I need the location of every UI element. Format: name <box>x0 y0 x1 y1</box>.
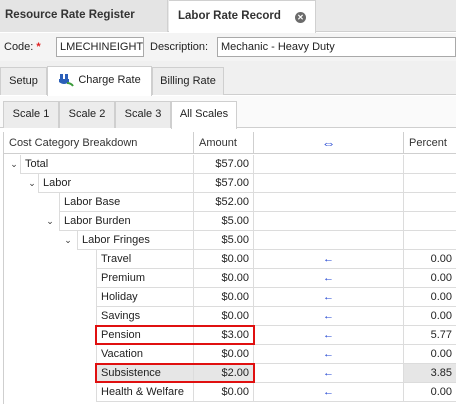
category-cell: Holiday <box>96 288 194 307</box>
required-marker: * <box>36 41 41 53</box>
table-row[interactable]: ⌄ Labor $57.00 <box>4 174 456 193</box>
amount-cell[interactable]: $0.00 <box>194 288 254 307</box>
arrow-left-icon[interactable] <box>254 231 404 250</box>
percent-cell[interactable]: 0.00 <box>404 307 456 326</box>
table-row[interactable]: Labor Base $52.00 <box>4 193 456 212</box>
code-field[interactable]: LMECHINEIGHT <box>56 37 144 57</box>
category-cell: Labor Base <box>59 193 194 212</box>
code-label-text: Code: <box>4 41 34 53</box>
percent-cell[interactable]: 0.00 <box>404 288 456 307</box>
table-row[interactable]: Vacation $0.00 ← 0.00 <box>4 345 456 364</box>
category-cell: Total <box>20 155 194 174</box>
tab-resource-rate-register[interactable]: Resource Rate Register <box>0 0 168 32</box>
table-row[interactable]: Health & Welfare $0.00 ← 0.00 <box>4 383 456 402</box>
arrow-left-icon[interactable]: ← <box>254 250 404 269</box>
table-row[interactable]: Premium $0.00 ← 0.00 <box>4 269 456 288</box>
arrow-left-icon[interactable]: ← <box>254 345 404 364</box>
collapse-chevron-icon[interactable]: ⌄ <box>62 231 74 250</box>
cost-breakdown-grid: Cost Category Breakdown Amount ⇔ Percent… <box>3 132 456 404</box>
highlight-box <box>95 363 255 383</box>
amount-cell[interactable]: $0.00 <box>194 383 254 402</box>
arrow-left-icon[interactable]: ← <box>254 269 404 288</box>
arrow-left-icon[interactable]: ← <box>254 364 404 383</box>
tab-scale-3[interactable]: Scale 3 <box>115 101 171 128</box>
table-row[interactable]: Savings $0.00 ← 0.00 <box>4 307 456 326</box>
percent-cell[interactable] <box>404 212 456 231</box>
percent-cell[interactable]: 0.00 <box>404 345 456 364</box>
percent-cell[interactable]: 3.85 <box>404 364 456 383</box>
table-row[interactable]: Holiday $0.00 ← 0.00 <box>4 288 456 307</box>
arrow-left-icon[interactable] <box>254 212 404 231</box>
category-cell: Travel <box>96 250 194 269</box>
table-row[interactable]: Pension $3.00 ← 5.77 <box>4 325 456 345</box>
description-label: Description: <box>150 41 209 53</box>
document-tab-bar: Resource Rate Register Labor Rate Record… <box>0 0 456 33</box>
category-cell: Labor <box>38 174 194 193</box>
category-cell: Vacation <box>96 345 194 364</box>
table-row[interactable]: Subsistence $2.00 ← 3.85 <box>4 363 456 383</box>
category-cell: Labor Fringes <box>77 231 194 250</box>
close-icon[interactable]: ✕ <box>295 12 306 23</box>
tab-all-scales[interactable]: All Scales <box>171 101 237 129</box>
collapse-chevron-icon[interactable]: ⌄ <box>44 212 56 231</box>
column-header-percent[interactable]: Percent <box>404 132 456 154</box>
arrow-left-icon[interactable]: ← <box>254 326 404 345</box>
column-header-category[interactable]: Cost Category Breakdown <box>4 132 194 154</box>
amount-cell[interactable]: $57.00 <box>194 155 254 174</box>
percent-cell[interactable]: 0.00 <box>404 269 456 288</box>
amount-cell[interactable]: $5.00 <box>194 231 254 250</box>
percent-cell[interactable] <box>404 174 456 193</box>
percent-cell[interactable]: 0.00 <box>404 250 456 269</box>
arrow-left-icon[interactable] <box>254 174 404 193</box>
category-cell: Savings <box>96 307 194 326</box>
percent-cell[interactable] <box>404 231 456 250</box>
table-row[interactable]: ⌄ Labor Fringes $5.00 <box>4 231 456 250</box>
amount-cell[interactable]: $57.00 <box>194 174 254 193</box>
record-section-tabs: Setup Charge Rate Billing Rate <box>0 61 456 96</box>
highlight-box <box>95 325 255 345</box>
arrow-left-icon[interactable] <box>254 155 404 174</box>
tab-billing-rate[interactable]: Billing Rate <box>152 67 224 95</box>
plug-icon <box>59 74 75 87</box>
percent-cell[interactable] <box>404 155 456 174</box>
tab-scale-2[interactable]: Scale 2 <box>59 101 115 128</box>
record-header: Code: * LMECHINEIGHT Description: Mechan… <box>0 33 456 61</box>
arrow-left-icon[interactable] <box>254 193 404 212</box>
tab-labor-rate-record-label: Labor Rate Record <box>178 10 281 22</box>
table-row[interactable]: ⌄ Labor Burden $5.00 <box>4 212 456 231</box>
arrow-left-icon[interactable]: ← <box>254 288 404 307</box>
category-cell: Premium <box>96 269 194 288</box>
amount-cell[interactable]: $0.00 <box>194 345 254 364</box>
percent-cell[interactable] <box>404 193 456 212</box>
collapse-chevron-icon[interactable]: ⌄ <box>8 155 20 174</box>
collapse-chevron-icon[interactable]: ⌄ <box>26 174 38 193</box>
tab-labor-rate-record[interactable]: Labor Rate Record ✕ <box>169 0 316 33</box>
tab-scale-1[interactable]: Scale 1 <box>3 101 59 128</box>
grid-header: Cost Category Breakdown Amount ⇔ Percent <box>4 132 456 154</box>
amount-cell[interactable]: $52.00 <box>194 193 254 212</box>
amount-cell[interactable]: $0.00 <box>194 307 254 326</box>
column-header-arrows[interactable]: ⇔ <box>254 132 404 154</box>
amount-cell[interactable]: $5.00 <box>194 212 254 231</box>
arrow-left-icon[interactable]: ← <box>254 307 404 326</box>
category-cell: Labor Burden <box>59 212 194 231</box>
arrow-left-icon[interactable]: ← <box>254 383 404 402</box>
tab-charge-rate[interactable]: Charge Rate <box>47 66 152 96</box>
column-header-amount[interactable]: Amount <box>194 132 254 154</box>
category-cell: Health & Welfare <box>96 383 194 402</box>
code-label: Code: * <box>4 41 41 53</box>
tab-setup[interactable]: Setup <box>0 67 47 95</box>
percent-cell[interactable]: 0.00 <box>404 383 456 402</box>
amount-cell[interactable]: $0.00 <box>194 269 254 288</box>
tab-charge-rate-label: Charge Rate <box>78 74 141 86</box>
description-field[interactable]: Mechanic - Heavy Duty <box>217 37 456 57</box>
table-row[interactable]: Travel $0.00 ← 0.00 <box>4 250 456 269</box>
percent-cell[interactable]: 5.77 <box>404 326 456 345</box>
amount-cell[interactable]: $0.00 <box>194 250 254 269</box>
table-row[interactable]: ⌄ Total $57.00 <box>4 155 456 174</box>
scale-tabs: Scale 1 Scale 2 Scale 3 All Scales <box>0 96 456 129</box>
